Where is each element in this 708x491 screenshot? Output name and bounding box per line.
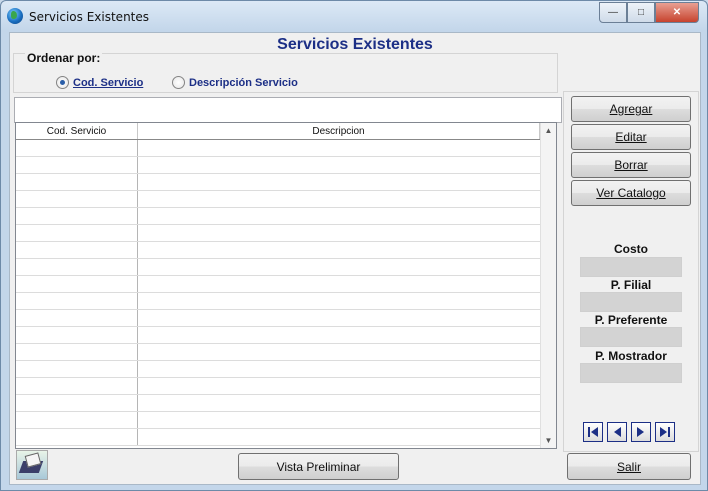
radio-unselected-icon xyxy=(172,76,185,89)
window-controls: — □ ✕ xyxy=(599,2,699,23)
table-row[interactable] xyxy=(16,310,540,327)
p-mostrador-field xyxy=(580,363,682,383)
sort-panel: Ordenar por: Cod. Servicio Descripción S… xyxy=(13,51,558,93)
next-record-icon xyxy=(637,427,644,437)
p-preferente-field xyxy=(580,327,682,347)
radio-label-descripcion-servicio: Descripción Servicio xyxy=(189,76,298,89)
table-row[interactable] xyxy=(16,378,540,395)
radio-selected-icon xyxy=(56,76,69,89)
agregar-button[interactable]: Agregar xyxy=(571,96,691,122)
table-row[interactable] xyxy=(16,429,540,446)
vertical-scrollbar[interactable]: ▲ ▼ xyxy=(540,123,556,448)
table-row[interactable] xyxy=(16,242,540,259)
table-row[interactable] xyxy=(16,395,540,412)
table-row[interactable] xyxy=(16,259,540,276)
maximize-icon: □ xyxy=(637,7,645,18)
minimize-button[interactable]: — xyxy=(599,2,627,23)
window-title: Servicios Existentes xyxy=(29,10,150,24)
previous-record-button[interactable] xyxy=(607,422,627,442)
vista-preliminar-button[interactable]: Vista Preliminar xyxy=(238,453,399,480)
last-record-icon xyxy=(660,427,670,437)
search-input[interactable] xyxy=(14,97,562,123)
print-icon[interactable] xyxy=(16,450,48,480)
close-button[interactable]: ✕ xyxy=(655,2,699,23)
sort-label: Ordenar por: xyxy=(25,51,103,65)
borrar-button[interactable]: Borrar xyxy=(571,152,691,178)
last-record-button[interactable] xyxy=(655,422,675,442)
grid-header: Cod. Servicio Descripcion xyxy=(16,123,540,140)
page-title: Servicios Existentes xyxy=(277,36,433,53)
p-filial-label: P. Filial xyxy=(610,278,652,292)
table-row[interactable] xyxy=(16,174,540,191)
scroll-up-icon[interactable]: ▲ xyxy=(541,123,556,138)
globe-icon xyxy=(7,8,23,24)
maximize-button[interactable]: □ xyxy=(627,2,655,23)
radio-cod-servicio[interactable]: Cod. Servicio xyxy=(56,76,143,89)
editar-button[interactable]: Editar xyxy=(571,124,691,150)
radio-descripcion-servicio[interactable]: Descripción Servicio xyxy=(172,76,298,89)
salir-button[interactable]: Salir xyxy=(567,453,691,480)
table-row[interactable] xyxy=(16,344,540,361)
ver-catalogo-button[interactable]: Ver Catalogo xyxy=(571,180,691,206)
column-header-descripcion[interactable]: Descripcion xyxy=(138,123,540,139)
table-row[interactable] xyxy=(16,327,540,344)
table-row[interactable] xyxy=(16,140,540,157)
table-row[interactable] xyxy=(16,361,540,378)
first-record-icon xyxy=(588,427,598,437)
next-record-button[interactable] xyxy=(631,422,651,442)
client-area: Servicios Existentes Ordenar por: Cod. S… xyxy=(9,32,701,485)
costo-field xyxy=(580,257,682,277)
table-row[interactable] xyxy=(16,293,540,310)
p-preferente-label: P. Preferente xyxy=(594,313,668,327)
p-mostrador-label: P. Mostrador xyxy=(595,349,667,363)
table-row[interactable] xyxy=(16,208,540,225)
scroll-down-icon[interactable]: ▼ xyxy=(541,433,556,448)
table-row[interactable] xyxy=(16,157,540,174)
p-filial-field xyxy=(580,292,682,312)
window: Servicios Existentes — □ ✕ Servicios Exi… xyxy=(0,0,708,491)
services-grid[interactable]: Cod. Servicio Descripcion ▲ ▼ xyxy=(15,122,557,449)
table-row[interactable] xyxy=(16,276,540,293)
close-icon: ✕ xyxy=(672,7,682,18)
costo-label: Costo xyxy=(614,242,648,256)
radio-label-cod-servicio: Cod. Servicio xyxy=(73,76,144,89)
first-record-button[interactable] xyxy=(583,422,603,442)
table-row[interactable] xyxy=(16,191,540,208)
table-row[interactable] xyxy=(16,412,540,429)
minimize-icon: — xyxy=(608,7,618,18)
table-row[interactable] xyxy=(16,225,540,242)
grid-rows xyxy=(16,140,540,446)
title-bar[interactable]: Servicios Existentes — □ ✕ xyxy=(1,1,707,33)
previous-record-icon xyxy=(614,427,621,437)
column-header-cod-servicio[interactable]: Cod. Servicio xyxy=(16,123,138,139)
